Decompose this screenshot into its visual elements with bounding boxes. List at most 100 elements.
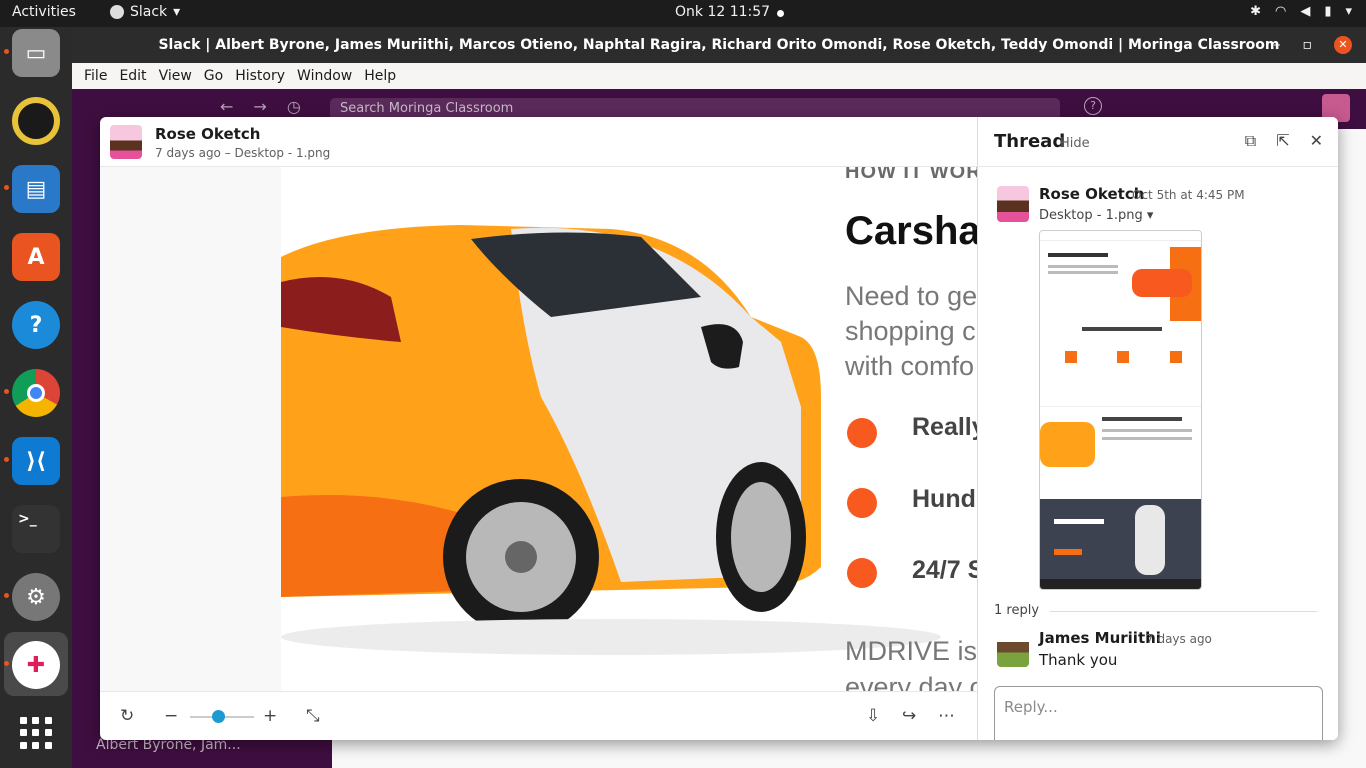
running-indicator — [4, 661, 9, 666]
post-timestamp[interactable]: Oct 5th at 4:45 PM — [1132, 188, 1245, 202]
thread-header: Thread Hide ⧉ ⇱ ✕ — [978, 117, 1338, 167]
minimize-icon[interactable]: – — [1274, 27, 1281, 63]
menu-window[interactable]: Window — [291, 68, 358, 84]
preview-author[interactable]: Rose Oketch — [155, 125, 260, 143]
caret-down-icon: ▾ — [1146, 208, 1154, 223]
slide-paragraph: MDRIVE is every day o — [845, 633, 977, 691]
slide-paragraph: Need to ge shopping c with comfo — [845, 279, 977, 384]
window-title: Slack | Albert Byrone, James Muriithi, M… — [158, 37, 1280, 53]
running-indicator — [4, 49, 9, 54]
system-top-bar: Activities Slack ▾ Onk 12 11:57 ✱ ◠ ◀ ▮ … — [0, 0, 1366, 27]
notification-dot-icon — [777, 10, 784, 17]
thread-title: Thread — [994, 131, 1066, 152]
window-titlebar[interactable]: Slack | Albert Byrone, James Muriithi, M… — [72, 27, 1366, 63]
reply-count: 1 reply — [994, 603, 1040, 618]
wifi-icon[interactable]: ◠ — [1275, 4, 1286, 19]
slide-paragraph-line: with comfo — [845, 351, 975, 381]
feature-bullet — [847, 558, 877, 588]
software-center-icon[interactable]: A — [12, 233, 60, 281]
menu-help[interactable]: Help — [358, 68, 402, 84]
hide-thread-button[interactable]: Hide — [1060, 136, 1090, 151]
terminal-icon[interactable]: >_ — [12, 505, 60, 553]
chrome-icon[interactable] — [12, 369, 60, 417]
thumb-nav — [1040, 231, 1201, 241]
share-icon[interactable]: ↪ — [902, 706, 916, 726]
zoom-slider-handle[interactable] — [212, 710, 225, 723]
maximize-icon[interactable]: ▫ — [1303, 27, 1313, 63]
close-window-icon[interactable]: ✕ — [1334, 36, 1352, 54]
battery-icon[interactable]: ▮ — [1324, 4, 1331, 19]
menu-history[interactable]: History — [229, 68, 291, 84]
download-icon[interactable]: ⇩ — [866, 706, 880, 726]
activities-button[interactable]: Activities — [12, 4, 76, 20]
clock[interactable]: Onk 12 11:57 — [675, 4, 770, 20]
help-icon[interactable]: ? — [12, 301, 60, 349]
menu-file[interactable]: File — [78, 68, 113, 84]
thumb-banner — [1040, 499, 1201, 579]
show-applications-icon[interactable] — [20, 717, 52, 749]
file-name[interactable]: Desktop - 1.png ▾ — [1039, 208, 1153, 223]
reply-input[interactable]: Reply... — [994, 686, 1323, 740]
preview-header: Rose Oketch 7 days ago – Desktop - 1.png — [100, 117, 977, 167]
open-in-window-icon[interactable]: ⇱ — [1276, 131, 1289, 151]
thumb-hero — [1040, 243, 1201, 322]
feature-bullet — [847, 488, 877, 518]
author-avatar[interactable] — [997, 186, 1029, 222]
files-icon[interactable]: ▭ — [12, 29, 60, 77]
divider — [1050, 611, 1317, 612]
history-clock-icon[interactable]: ◷ — [287, 97, 301, 116]
menu-go[interactable]: Go — [198, 68, 229, 84]
preview-meta: 7 days ago – Desktop - 1.png — [155, 146, 331, 160]
thumb-features — [1040, 321, 1201, 401]
feature-bullet — [847, 418, 877, 448]
running-indicator — [4, 593, 9, 598]
image-viewer[interactable]: HOW IT WORK Carshar Need to ge shopping … — [100, 167, 977, 691]
slide-paragraph-line: every day o — [845, 672, 977, 691]
menu-edit[interactable]: Edit — [113, 68, 152, 84]
close-icon[interactable]: ✕ — [1310, 131, 1323, 151]
replier-avatar[interactable] — [997, 631, 1029, 667]
post-author[interactable]: Rose Oketch — [1039, 185, 1144, 203]
running-indicator — [4, 457, 9, 462]
zoom-out-icon[interactable]: − — [164, 706, 178, 726]
reply-text: Thank you — [1039, 651, 1118, 669]
system-tray[interactable]: ✱ ◠ ◀ ▮ ▾ — [1250, 4, 1352, 19]
preview-image: HOW IT WORK Carshar Need to ge shopping … — [281, 167, 977, 691]
app-menu[interactable]: Slack ▾ — [110, 4, 180, 20]
feature-label: Hundr — [912, 485, 977, 513]
history-nav: ← → ◷ — [220, 97, 301, 116]
help-icon[interactable]: ? — [1084, 97, 1102, 115]
rotate-icon[interactable]: ↻ — [120, 706, 134, 726]
rhythmbox-icon[interactable] — [12, 97, 60, 145]
more-actions-icon[interactable]: ⋯ — [938, 706, 955, 726]
settings-gear-icon[interactable]: ⚙ — [12, 573, 60, 621]
dock: ▭ ▤ A ? ⟩⟨ >_ ⚙ ✚ — [0, 27, 72, 768]
copy-icon[interactable]: ⧉ — [1245, 131, 1256, 151]
reply-author[interactable]: James Muriithi — [1039, 629, 1161, 647]
writer-icon[interactable]: ▤ — [12, 165, 60, 213]
chevron-down-icon: ▾ — [173, 4, 181, 20]
zoom-in-icon[interactable]: + — [263, 706, 277, 726]
forward-arrow-icon[interactable]: → — [253, 97, 266, 116]
power-menu-icon[interactable]: ▾ — [1345, 4, 1352, 19]
collapse-icon[interactable]: ⤡ — [306, 706, 320, 726]
slide-heading-small: HOW IT WORK — [845, 167, 977, 183]
volume-icon[interactable]: ◀ — [1300, 4, 1310, 19]
reply-placeholder: Reply... — [1004, 698, 1058, 716]
thumb-footer — [1040, 579, 1201, 589]
slide-paragraph-line: MDRIVE is — [845, 636, 977, 666]
file-thumbnail[interactable] — [1039, 230, 1202, 590]
running-indicator — [4, 389, 9, 394]
slide-paragraph-line: shopping c — [845, 316, 976, 346]
image-preview-modal: Rose Oketch 7 days ago – Desktop - 1.png — [100, 117, 1338, 740]
author-avatar[interactable] — [110, 125, 142, 159]
reply-timestamp[interactable]: 7 days ago — [1146, 632, 1212, 646]
menu-view[interactable]: View — [153, 68, 198, 84]
thread-panel: Thread Hide ⧉ ⇱ ✕ Rose Oketch Oct 5th at… — [977, 117, 1338, 740]
back-arrow-icon[interactable]: ← — [220, 97, 233, 116]
extension-icon[interactable]: ✱ — [1250, 4, 1261, 19]
vscode-icon[interactable]: ⟩⟨ — [12, 437, 60, 485]
feature-label: Really — [912, 413, 977, 441]
slack-icon[interactable]: ✚ — [12, 641, 60, 689]
feature-label: 24/7 S — [912, 556, 977, 584]
